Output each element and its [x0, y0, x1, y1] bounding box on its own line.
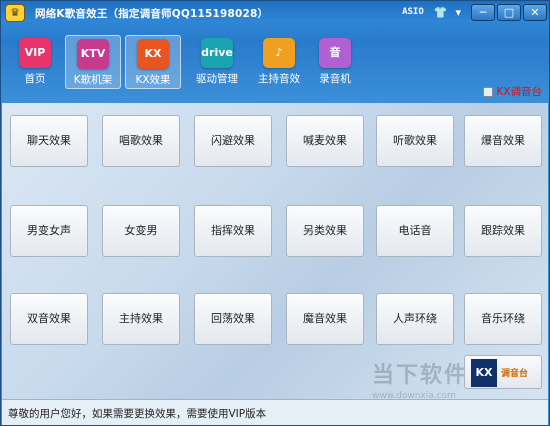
tool-home[interactable]: VIP 首页 — [7, 35, 63, 89]
kx-badge-text: 调音台 — [501, 369, 529, 379]
effect-button[interactable]: 指挥效果 — [194, 205, 272, 257]
drive-icon: drive — [201, 38, 233, 68]
effect-button[interactable]: 女变男 — [102, 205, 180, 257]
skin-shirt-icon[interactable]: 👕 — [434, 6, 448, 19]
menu-icon[interactable]: ▾ — [455, 6, 461, 19]
minimize-button[interactable]: ─ — [471, 3, 495, 21]
kx-console-badge-button[interactable]: KX 调音台 — [464, 355, 542, 389]
effect-button[interactable]: 听歌效果 — [376, 115, 454, 167]
effect-button[interactable]: 魔音效果 — [286, 293, 364, 345]
effect-button[interactable]: 唱歌效果 — [102, 115, 180, 167]
kx-logo-icon: KX — [471, 359, 497, 387]
status-bar: 尊敬的用户您好，如果需要更换效果，需要使用VIP版本 — [2, 399, 548, 425]
title-bar[interactable]: ♛ 网络K歌音效王（指定调音师QQ115198028） ASIO 👕 ▾ ─ □… — [1, 1, 549, 25]
tool-label: KX效果 — [135, 74, 171, 86]
effect-button[interactable]: 喊麦效果 — [286, 115, 364, 167]
effect-button[interactable]: 人声环绕 — [376, 293, 454, 345]
status-text: 尊敬的用户您好，如果需要更换效果，需要使用VIP版本 — [8, 408, 267, 420]
tool-label: 首页 — [24, 73, 46, 85]
folder-music-icon: ♪ — [263, 38, 295, 68]
tool-k-song-rack[interactable]: KTV K歌机架 — [65, 35, 121, 89]
tool-label: 主持音效 — [258, 73, 300, 85]
app-window: ♛ 网络K歌音效王（指定调音师QQ115198028） ASIO 👕 ▾ ─ □… — [0, 0, 550, 426]
effects-panel: KX调音台 聊天效果 唱歌效果 闪避效果 喊麦效果 听歌效果 爆音效果 男变女声… — [2, 86, 548, 401]
effect-button[interactable]: 回荡效果 — [194, 293, 272, 345]
effect-button[interactable]: 主持效果 — [102, 293, 180, 345]
effect-button[interactable]: 闪避效果 — [194, 115, 272, 167]
tool-label: 驱动管理 — [196, 73, 238, 85]
effect-button[interactable]: 聊天效果 — [10, 115, 88, 167]
kx-console-checkbox[interactable] — [483, 86, 494, 97]
tool-recorder[interactable]: 音 录音机 — [307, 35, 363, 89]
window-title: 网络K歌音效王（指定调音师QQ115198028） — [35, 8, 269, 20]
effect-button[interactable]: 双音效果 — [10, 293, 88, 345]
kx-console-label: KX调音台 — [496, 86, 542, 98]
kx-icon: KX — [137, 39, 169, 69]
effect-button[interactable]: 另类效果 — [286, 205, 364, 257]
effect-button[interactable]: 爆音效果 — [464, 115, 542, 167]
tool-label: 录音机 — [319, 73, 351, 85]
ktv-mic-icon: KTV — [77, 39, 109, 69]
effect-button[interactable]: 男变女声 — [10, 205, 88, 257]
effect-button[interactable]: 跟踪效果 — [464, 205, 542, 257]
asio-label[interactable]: ASIO — [402, 7, 424, 17]
tool-label: K歌机架 — [73, 74, 113, 86]
effect-button[interactable]: 音乐环绕 — [464, 293, 542, 345]
maximize-button[interactable]: □ — [497, 3, 521, 21]
tool-driver-manager[interactable]: drive 驱动管理 — [189, 35, 245, 89]
recorder-icon: 音 — [319, 38, 351, 68]
tool-host-effects[interactable]: ♪ 主持音效 — [251, 35, 307, 89]
effect-button[interactable]: 电话音 — [376, 205, 454, 257]
tool-kx-effect[interactable]: KX KX效果 — [125, 35, 181, 89]
crown-logo-icon: ♛ — [5, 4, 25, 22]
kx-console-toggle[interactable]: KX调音台 — [483, 84, 542, 99]
vip-crown-icon: VIP — [19, 38, 51, 68]
close-button[interactable]: ✕ — [523, 3, 547, 21]
